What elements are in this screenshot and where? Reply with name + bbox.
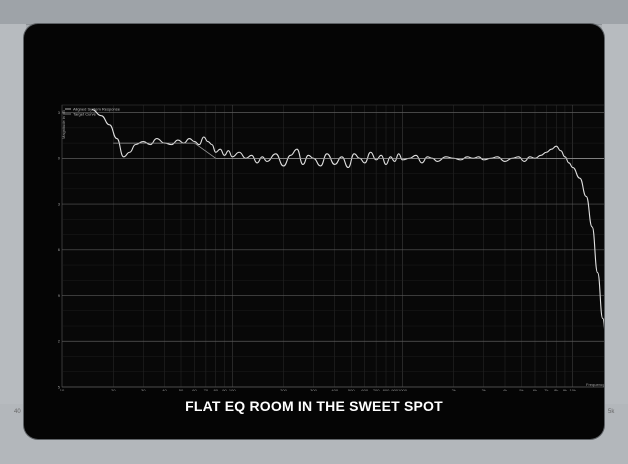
x-tick-label: 600 [361, 388, 368, 391]
x-tick-label: 50 [179, 388, 184, 391]
y-tick-label: -9 [58, 293, 61, 298]
background-right-label: 5k [608, 409, 615, 415]
x-tick-label: 40 [162, 388, 167, 391]
background-left-label: 40 [14, 409, 21, 415]
y-tick-label: -6 [58, 247, 61, 252]
image-card: 30-3-6-9-12-1510203040506070809010020030… [24, 24, 604, 439]
x-tick-label: 4k [503, 388, 507, 391]
x-tick-label: 3k [482, 388, 486, 391]
x-tick-label: 500 [348, 388, 355, 391]
x-tick-label: 8k [554, 388, 558, 391]
x-tick-label: 6k [533, 388, 537, 391]
caption: FLAT EQ ROOM IN THE SWEET SPOT [185, 398, 443, 414]
x-tick-label: 10 [60, 388, 65, 391]
x-tick-label: 200 [280, 388, 287, 391]
background-grid-left [0, 24, 26, 404]
x-tick-label: 1000 [398, 388, 408, 391]
x-tick-label: 30 [141, 388, 146, 391]
x-tick-label: 5k [519, 388, 523, 391]
x-tick-label: 7k [544, 388, 548, 391]
x-tick-label: 70 [204, 388, 209, 391]
y-tick-label: -12 [58, 339, 61, 344]
x-tick-label: 80 [214, 388, 219, 391]
background-grid-right [602, 24, 628, 404]
x-tick-label: 400 [331, 388, 338, 391]
x-tick-label: 9k [563, 388, 567, 391]
x-tick-label: 100 [229, 388, 236, 391]
x-tick-label: 300 [310, 388, 317, 391]
legend-entry: Target Curve [73, 111, 97, 116]
y-tick-label: -3 [58, 201, 61, 206]
y-tick-label: 0 [58, 156, 61, 161]
x-tick-label: 60 [192, 388, 197, 391]
x-axis-label: Frequency in Hz [586, 382, 604, 387]
x-tick-label: 800 [383, 388, 390, 391]
x-tick-label: 20 [111, 388, 116, 391]
frequency-response-chart: 30-3-6-9-12-1510203040506070809010020030… [58, 104, 604, 391]
x-tick-label: 90 [222, 388, 227, 391]
x-tick-label: 700 [373, 388, 380, 391]
x-tick-label: 10k [570, 388, 576, 391]
background-toolbar [0, 0, 628, 25]
x-tick-label: 2k [452, 388, 456, 391]
